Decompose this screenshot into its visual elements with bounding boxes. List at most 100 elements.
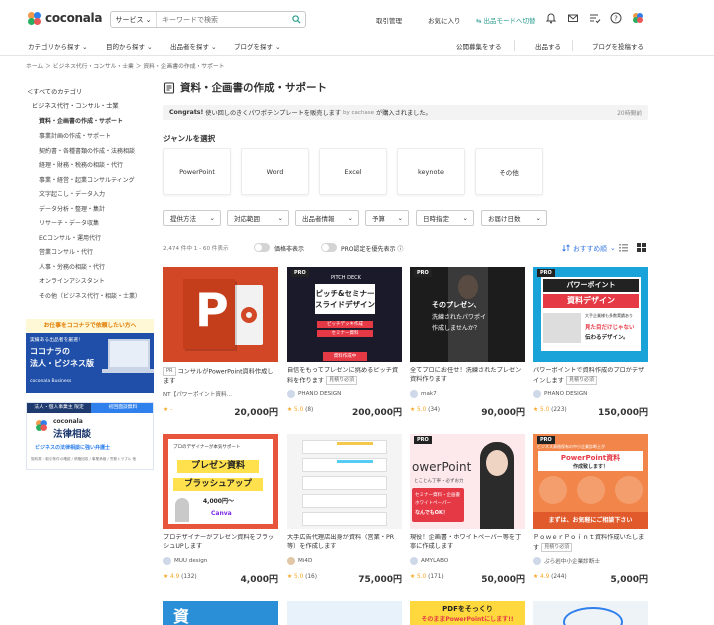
service-card-partial[interactable]: 資 (163, 601, 278, 625)
card-title[interactable]: 自信をもってプレゼンに挑めるピッチ資料を作ります 見積り必須 (287, 367, 402, 386)
search-category-select[interactable]: サービス ⌄ (111, 12, 157, 27)
banner-ribbon: 初回面談無料 (91, 403, 153, 413)
sidebar-item[interactable]: 契約書・各種書類の作成・法務相談 (39, 146, 135, 155)
sidebar-item[interactable]: その他（ビジネス代行・相談・士業） (39, 291, 141, 300)
card-seller[interactable]: AMYLABO (410, 557, 448, 565)
nav-seller[interactable]: 出品者を探す ⌄ (170, 41, 217, 51)
seller-mode-link[interactable]: ⇆ 出品モードへ切替 (476, 15, 536, 25)
notice-service[interactable]: 使い回しのきくパワポテンプレートを販売します (205, 108, 341, 117)
thumb-caption: PITCH DECK (331, 275, 361, 281)
user-avatar[interactable] (632, 12, 644, 24)
thumb-caption: とことん丁寧・必ずお力 (414, 479, 464, 484)
card-seller[interactable]: PHANO DESIGN (533, 390, 587, 398)
search-button[interactable] (287, 12, 305, 27)
card-rating: ★ 5.0 (34) (410, 407, 441, 413)
sidebar-parent-category[interactable]: ビジネス代行・コンサル・士業 (32, 101, 119, 110)
bell-icon[interactable] (545, 12, 557, 24)
card-thumbnail[interactable]: PRO ビジネス資格保有の中小企業診断士が PowerPoint資料 作成致しま… (533, 434, 648, 529)
nav-category[interactable]: カテゴリから探す ⌄ (28, 41, 88, 51)
legal-consult-banner[interactable]: 法人・個人事業主 限定 初回面談無料 coconala 法律相談 ビジネスの法律… (26, 402, 154, 470)
card-seller[interactable]: NT【パワーポイント資料... (163, 390, 232, 398)
nav-post-request[interactable]: 公開募集をする (456, 41, 502, 51)
service-card-partial[interactable] (533, 601, 648, 625)
card-thumbnail[interactable] (287, 434, 402, 529)
card-thumbnail[interactable]: P (163, 267, 278, 362)
purchase-notice[interactable]: Congrats! 使い回しのきくパワポテンプレートを販売します by cach… (163, 105, 648, 120)
card-title[interactable]: 大手広告代理店出身が資料（営業・PR等）を作成します (287, 534, 402, 553)
card-seller[interactable]: mak7 (410, 390, 437, 398)
transactions-link[interactable]: 取引管理 (376, 15, 402, 25)
card-seller[interactable]: ぷら岩中小企業診断士 (533, 557, 600, 565)
hide-price-toggle[interactable] (254, 243, 270, 252)
card-thumbnail[interactable]: PRO そのプレゼン、 洗練されたパワポイ 作成しませんか？ (410, 267, 525, 362)
card-title[interactable]: パワーポイントで資料作成のプロがデザインします 見積り必須 (533, 367, 648, 386)
pro-priority-toggle[interactable] (321, 243, 337, 252)
card-price: 20,000円 (234, 408, 278, 418)
sidebar-item[interactable]: 人事・労務の相談・代行 (39, 262, 105, 271)
card-rating: ★ - (163, 407, 173, 413)
sidebar-item[interactable]: 営業コンサル・代行 (39, 247, 93, 256)
card-title[interactable]: 現役！企画書・ホワイトペーパー等を丁寧に作成します (410, 534, 525, 553)
sidebar-item[interactable]: 文字起こし・データ入力 (39, 189, 105, 198)
filter-date[interactable]: 日時指定 ⌄ (416, 210, 474, 226)
banner-title: 法人・ビジネス版 (30, 359, 94, 368)
filter-seller-info[interactable]: 出品者情報 ⌄ (295, 210, 359, 226)
mail-icon[interactable] (567, 12, 579, 24)
list-check-icon[interactable] (589, 12, 601, 24)
thumb-headline: プレゼン資料 (177, 460, 259, 473)
coconala-logo[interactable]: coconala (28, 11, 102, 25)
help-icon[interactable]: ? (610, 12, 622, 24)
thumb-image (543, 313, 581, 343)
card-thumbnail[interactable]: PRO PITCH DECK ピッチ&セミナー スライドデザイン ピッチデッキ作… (287, 267, 402, 362)
sidebar-item[interactable]: データ分析・整理・集計 (39, 204, 105, 213)
thumb-headline: 資料デザイン (543, 294, 639, 308)
filter-delivery-method[interactable]: 提供方法 ⌄ (163, 210, 221, 226)
favorites-link[interactable]: お気に入り (428, 15, 461, 25)
card-title[interactable]: PR コンサルがPowerPoint資料作成します (163, 367, 278, 386)
filter-budget[interactable]: 予算 ⌄ (365, 210, 409, 226)
coconala-logo-icon (28, 11, 41, 25)
card-title[interactable]: ＰｏｗｅｒＰｏｉｎｔ資料作成いたします 見積り必須 (533, 534, 648, 553)
genre-powerpoint[interactable]: PowerPoint (163, 148, 231, 195)
sidebar-item[interactable]: ECコンサル・運用代行 (39, 233, 101, 242)
card-title[interactable]: 全てプロにお任せ！洗練されたプレゼン資料作ります (410, 367, 525, 386)
business-banner[interactable]: お仕事をココナラで依頼したい方へ 実績ある出品者を厳選！ ココナラの 法人・ビジ… (26, 319, 154, 393)
sidebar-all-categories[interactable]: ＜すべてのカテゴリ (27, 87, 82, 96)
sidebar-item[interactable]: 事業・経営・起業コンサルティング (39, 175, 135, 184)
nav-write-blog[interactable]: ブログを投稿する (592, 41, 644, 51)
search-bar: サービス ⌄ (110, 11, 306, 28)
filter-scope[interactable]: 対応範囲 ⌄ (227, 210, 289, 226)
nav-sell[interactable]: 出品する (535, 41, 561, 51)
sidebar-item-current[interactable]: 資料・企画書の作成・サポート (39, 116, 123, 125)
thumb-headline-box: ピッチ&セミナー スライドデザイン (315, 284, 375, 314)
card-title[interactable]: プロデザイナーがプレゼン資料をブラッシュUPします (163, 534, 278, 553)
card-price: 200,000円 (352, 408, 402, 418)
card-seller[interactable]: PHANO DESIGN (287, 390, 341, 398)
genre-word[interactable]: Word (241, 148, 309, 195)
sidebar-item[interactable]: 経理・財務・税務の相談・代行 (39, 160, 123, 169)
sidebar-item[interactable]: オンラインアシスタント (39, 276, 105, 285)
card-seller[interactable]: Mi4D (287, 557, 312, 565)
service-card-partial[interactable] (287, 601, 402, 625)
sort-select[interactable]: おすすめ順 ⌄ (562, 243, 616, 253)
card-thumbnail[interactable]: プロのデザイナーが本気サポート プレゼン資料 ブラッシュアップ 4,000円〜 … (163, 434, 278, 529)
genre-excel[interactable]: Excel (319, 148, 387, 195)
grid-view-icon[interactable] (637, 243, 646, 252)
card-thumbnail[interactable]: PRO パワーポイント 資料デザイン 大手企業様も多数実績あり 見た目だけじゃな… (533, 267, 648, 362)
card-thumbnail[interactable]: PRO owerPoint とことん丁寧・必ずお力 セミナー資料・企画書 ホワイ… (410, 434, 525, 529)
genre-other[interactable]: その他 (475, 148, 543, 195)
list-view-icon[interactable] (619, 243, 628, 252)
filter-delivery-days[interactable]: お届け日数 ⌄ (481, 210, 547, 226)
service-card-partial[interactable]: PDFをそっくり そのままPowerPointにします!! (410, 601, 525, 625)
page-title-text: 資料・企画書の作成・サポート (180, 82, 327, 94)
sidebar-item[interactable]: 事業計画の作成・サポート (39, 131, 111, 140)
card-seller[interactable]: MUU design (163, 557, 207, 565)
breadcrumb[interactable]: ホーム ＞ ビジネス代行・コンサル・士業 ＞ 資料・企画書の作成・サポート (26, 61, 225, 70)
thumb-badge: セミナー資料・企画書 ホワイトペーパー なんでもOK！ (412, 488, 464, 522)
nav-purpose[interactable]: 目的から探す ⌄ (106, 41, 153, 51)
search-input[interactable] (157, 12, 287, 27)
genre-keynote[interactable]: keynote (397, 148, 465, 195)
sidebar-item[interactable]: リサーチ・データ収集 (39, 218, 99, 227)
nav-blog[interactable]: ブログを探す ⌄ (234, 41, 281, 51)
thumb-headline: そのままPowerPointにします!! (421, 616, 514, 623)
